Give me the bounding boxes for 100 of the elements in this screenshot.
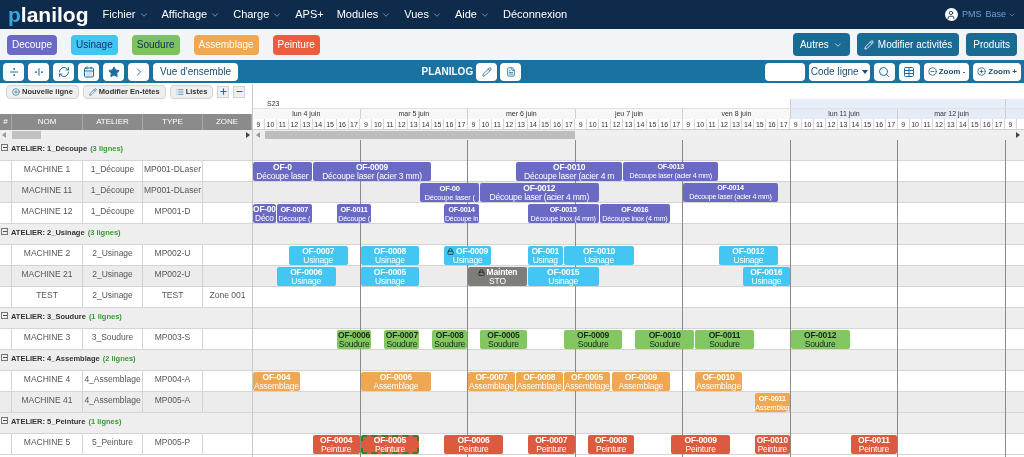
table-row[interactable]: MACHINE 5 5_Peinture MP005-P [0, 434, 252, 455]
collapse-icon[interactable] [1, 312, 8, 319]
table-cell: MACHINE 3 [12, 329, 83, 349]
toolbar-title: PLANILOG [421, 65, 474, 79]
table-cell: 1_Découpe [83, 203, 143, 223]
table-cell: MP003-S [143, 329, 203, 349]
collapse-icon[interactable] [1, 417, 8, 424]
task-bar[interactable]: OF-008 Soudure [432, 330, 468, 349]
split-icon [7, 65, 20, 78]
action-button[interactable]: Produits [966, 33, 1017, 56]
task-bar[interactable]: Mainten STO [468, 267, 527, 286]
table-row[interactable]: MACHINE 2 2_Usinage MP002-U [0, 245, 252, 266]
menu-item[interactable]: Aide [454, 6, 490, 23]
task-bar[interactable]: OF-0012 Découpe laser (acier 4 mm) [480, 183, 599, 202]
task-bar[interactable]: OF-0012 Soudure [790, 330, 850, 349]
table-cell-text: Zone 001 [208, 289, 247, 302]
table-cell: MACHINE 11 [12, 182, 83, 202]
zoom-out-button[interactable]: Zoom - [923, 62, 970, 81]
pencil-icon [863, 39, 874, 50]
table-cell: TEST [143, 287, 203, 307]
task-bar[interactable]: OF-0004 Peinture [312, 435, 360, 454]
table-row[interactable]: MACHINE 12 1_Découpe MP001-D [0, 203, 252, 224]
base-menu[interactable]: Base [985, 7, 1016, 22]
task-bar[interactable]: OF-0006 Soudure [336, 330, 372, 349]
toolbar-button[interactable] [128, 62, 149, 81]
toolbar-button[interactable] [898, 62, 920, 81]
toolbar-button[interactable] [476, 62, 498, 81]
task-bar[interactable]: OF-0008 Peinture [587, 435, 635, 454]
task-bar[interactable]: OF-0011 Soudure [695, 330, 754, 349]
menu-item[interactable]: APS+ [295, 6, 324, 23]
menu-item[interactable]: Affichage [161, 6, 221, 23]
task-bar[interactable]: OF-0009 Soudure [563, 330, 623, 349]
table-row[interactable]: MACHINE 3 3_Soudure MP003-S [0, 329, 252, 350]
workshop-button[interactable]: Decoupe [7, 34, 58, 55]
add-button[interactable] [217, 85, 230, 98]
task-bar[interactable]: OF-0007 Soudure [384, 330, 420, 349]
code-select[interactable]: Code ligne [808, 62, 870, 81]
table-icon [903, 65, 916, 78]
day-header [1005, 109, 1024, 119]
workshop-button[interactable]: Usinage [71, 34, 118, 55]
task-bar[interactable]: OF-0010 Soudure [635, 330, 695, 349]
collapse-icon[interactable] [1, 228, 8, 235]
toolbar-button[interactable] [78, 62, 99, 81]
toolbar-button[interactable] [3, 62, 24, 81]
overview-button[interactable]: Vue d'ensemble [153, 62, 239, 81]
collapse-icon[interactable] [1, 354, 8, 361]
table-row[interactable]: MACHINE 41 4_Assemblage MP005-A [0, 392, 252, 413]
table-cell: MP004-A [143, 371, 203, 391]
task-bar[interactable]: OF-0011 Peinture [850, 435, 898, 454]
toolbar-button[interactable] [873, 62, 895, 81]
lock-icon [447, 247, 454, 255]
table-cell: MACHINE 12 [12, 203, 83, 223]
table-row[interactable]: MACHINE 1 1_Découpe MP001-DLaser [0, 161, 252, 182]
task-bar[interactable]: OF-0005 Peinture [360, 435, 420, 454]
task-bar[interactable]: OF-0009 Peinture [671, 435, 730, 454]
task-bar[interactable]: OF-0009 Découpe laser (acier 3 mm) [312, 162, 432, 181]
menu-item[interactable]: Vues [404, 6, 442, 23]
table-cell: 4_Assemblage [83, 392, 143, 412]
task-bar[interactable]: OF-0010 Peinture [754, 435, 790, 454]
menu-item[interactable]: Charge [233, 6, 283, 23]
plus-icon [12, 87, 20, 96]
pencil-icon [481, 66, 492, 77]
search-field[interactable] [764, 62, 805, 81]
document-icon [505, 66, 516, 77]
toolbar-button[interactable] [500, 62, 522, 81]
remove-button[interactable] [233, 85, 246, 98]
table-cell: 5_Peinture [83, 434, 143, 454]
action-button[interactable]: Autres [792, 33, 850, 56]
table-cell: MP005-A [143, 392, 203, 412]
zoom-in-button[interactable]: Zoom + [973, 62, 1021, 81]
workshop-button[interactable]: Peinture [272, 34, 320, 55]
action-button[interactable]: Modifier activités [856, 33, 960, 56]
task-bar[interactable]: OF-0007 Peinture [527, 435, 575, 454]
table-cell: MP001-DLaser [143, 182, 203, 202]
table-row[interactable]: MACHINE 21 2_Usinage MP002-U [0, 266, 252, 287]
table-cell: 1_Découpe [83, 182, 143, 202]
table-cell: MACHINE 41 [12, 392, 83, 412]
table-row[interactable]: TEST 2_Usinage TEST Zone 001 [0, 287, 252, 308]
plus-icon [977, 67, 987, 76]
task-bar[interactable]: OF-0005 Soudure [480, 330, 527, 349]
menu-item[interactable]: Déconnexion [503, 6, 568, 23]
logo[interactable]: planilog [8, 4, 89, 25]
menu-item[interactable]: Fichier [102, 6, 149, 23]
table-row[interactable]: MACHINE 4 4_Assemblage MP004-A [0, 371, 252, 392]
user-icon[interactable] [944, 8, 958, 21]
toolbar-button[interactable] [53, 62, 74, 81]
list-icon [175, 87, 184, 96]
toolbar-button[interactable] [28, 62, 49, 81]
workshop-button[interactable]: Soudure [131, 34, 180, 55]
task-bar[interactable]: OF-00 Déco [253, 204, 276, 223]
table-cell: MACHINE 4 [12, 371, 83, 391]
lock-icon [477, 268, 485, 276]
table-cell: MACHINE 5 [12, 434, 83, 454]
task-bar[interactable]: OF-0 Découpe laser [253, 162, 312, 181]
toolbar-button[interactable] [103, 62, 124, 81]
menu-item[interactable]: Modules [336, 6, 392, 23]
table-row[interactable]: MACHINE 11 1_Découpe MP001-DLaser [0, 182, 252, 203]
collapse-icon[interactable] [1, 144, 8, 151]
task-bar[interactable]: OF-0006 Peinture [444, 435, 503, 454]
task-bar[interactable]: OF-0010 Découpe laser (acier 4 m [515, 162, 623, 181]
